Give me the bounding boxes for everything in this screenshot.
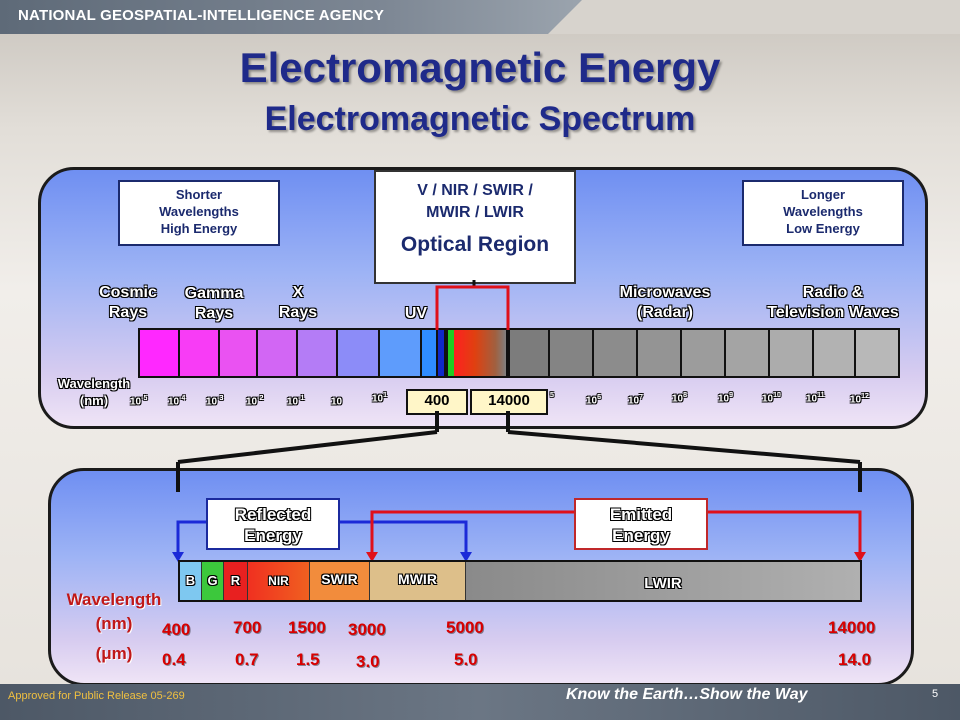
um-value: 5.0 — [454, 650, 478, 669]
band-b: B — [180, 562, 202, 600]
optical-band-bar: B G R NIR SWIR MWIR LWIR — [178, 560, 862, 602]
nm-value: 1500 — [288, 618, 326, 637]
nm-value: 14000 — [828, 618, 876, 637]
emitted-energy-box: Emitted Energy — [574, 498, 708, 550]
nm-value: 5000 — [446, 618, 484, 637]
band-lwir: LWIR — [466, 562, 860, 600]
nm-label: (nm) — [95, 614, 133, 633]
wavelength-label: Wavelength — [66, 590, 162, 609]
band-g: G — [202, 562, 224, 600]
um-value: 1.5 — [296, 650, 320, 669]
footer-motto: Know the Earth…Show the Way — [566, 686, 808, 703]
band-mwir: MWIR — [370, 562, 466, 600]
um-label: (μm) — [95, 644, 133, 663]
nm-value: 400 — [162, 620, 191, 639]
band-r: R — [224, 562, 248, 600]
reflected-energy-box: Reflected Energy — [206, 498, 340, 550]
connector-lines — [172, 280, 866, 562]
nm-value: 700 — [233, 618, 262, 637]
um-value: 14.0 — [838, 650, 872, 669]
page-number: 5 — [932, 688, 939, 700]
release-notice: Approved for Public Release 05-269 — [8, 690, 185, 702]
nm-value: 3000 — [348, 620, 386, 639]
band-nir: NIR — [248, 562, 310, 600]
um-value: 3.0 — [356, 652, 380, 671]
um-value: 0.7 — [235, 650, 259, 669]
um-value: 0.4 — [162, 650, 186, 669]
band-swir: SWIR — [310, 562, 370, 600]
